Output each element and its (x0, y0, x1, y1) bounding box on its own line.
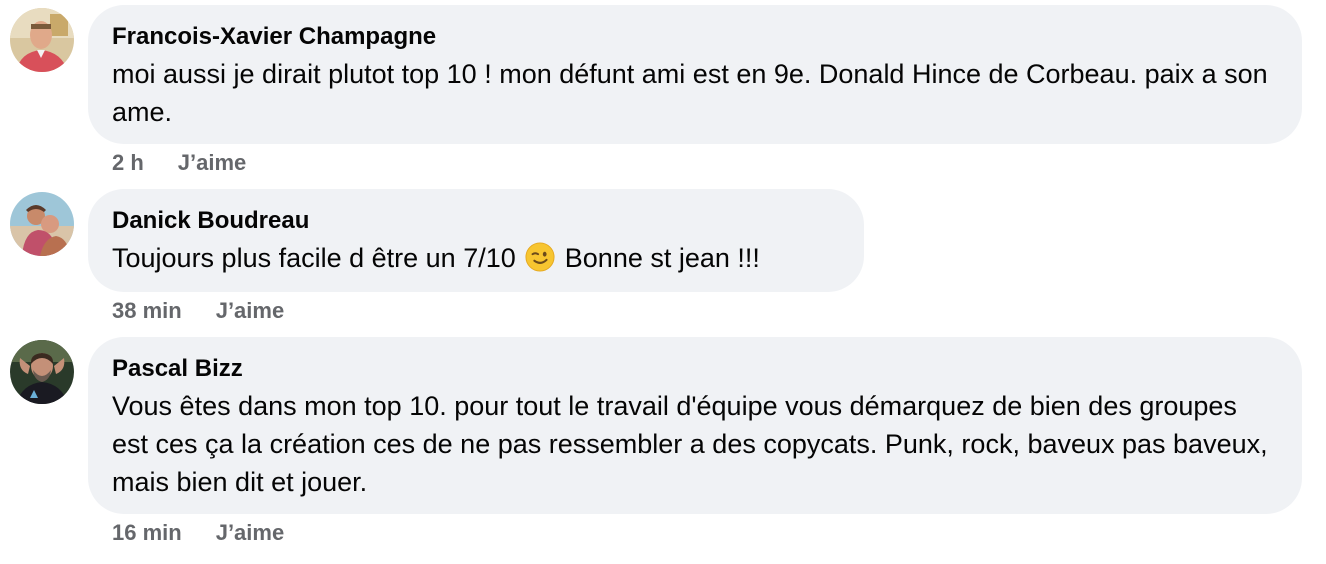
comment-author[interactable]: Francois-Xavier Champagne (112, 23, 1278, 51)
avatar-francois-icon (10, 8, 74, 72)
comment-author[interactable]: Danick Boudreau (112, 207, 840, 235)
comment-text: moi aussi je dirait plutot top 10 ! mon … (112, 59, 1268, 127)
comments-thread: Francois-Xavier Champagne moi aussi je d… (0, 0, 1326, 564)
comment-bubble: Pascal Bizz Vous êtes dans mon top 10. p… (88, 337, 1302, 514)
avatar-pascal-icon (10, 340, 74, 404)
comment-timestamp[interactable]: 16 min (112, 520, 182, 546)
comment-actions: 16 min J’aime (112, 520, 284, 546)
avatar-danick-icon (10, 192, 74, 256)
comment-timestamp[interactable]: 2 h (112, 150, 144, 176)
comment-text: Toujours plus facile d être un 7/10 Bonn… (112, 239, 840, 277)
avatar[interactable] (10, 340, 74, 404)
like-button[interactable]: J’aime (216, 298, 285, 324)
winking-face-emoji-icon (525, 242, 555, 272)
comment-actions: 2 h J’aime (112, 150, 246, 176)
like-button[interactable]: J’aime (178, 150, 247, 176)
comment-timestamp[interactable]: 38 min (112, 298, 182, 324)
like-button[interactable]: J’aime (216, 520, 285, 546)
avatar[interactable] (10, 192, 74, 256)
comment-bubble: Francois-Xavier Champagne moi aussi je d… (88, 5, 1302, 144)
avatar[interactable] (10, 8, 74, 72)
comment-text-part: Bonne st jean !!! (564, 243, 760, 273)
comment-bubble: Danick Boudreau Toujours plus facile d ê… (88, 189, 864, 292)
comment-text: Vous êtes dans mon top 10. pour tout le … (112, 391, 1268, 497)
comment-text-part: Toujours plus facile d être un 7/10 (112, 243, 516, 273)
comment-actions: 38 min J’aime (112, 298, 284, 324)
comment-author[interactable]: Pascal Bizz (112, 355, 1278, 383)
